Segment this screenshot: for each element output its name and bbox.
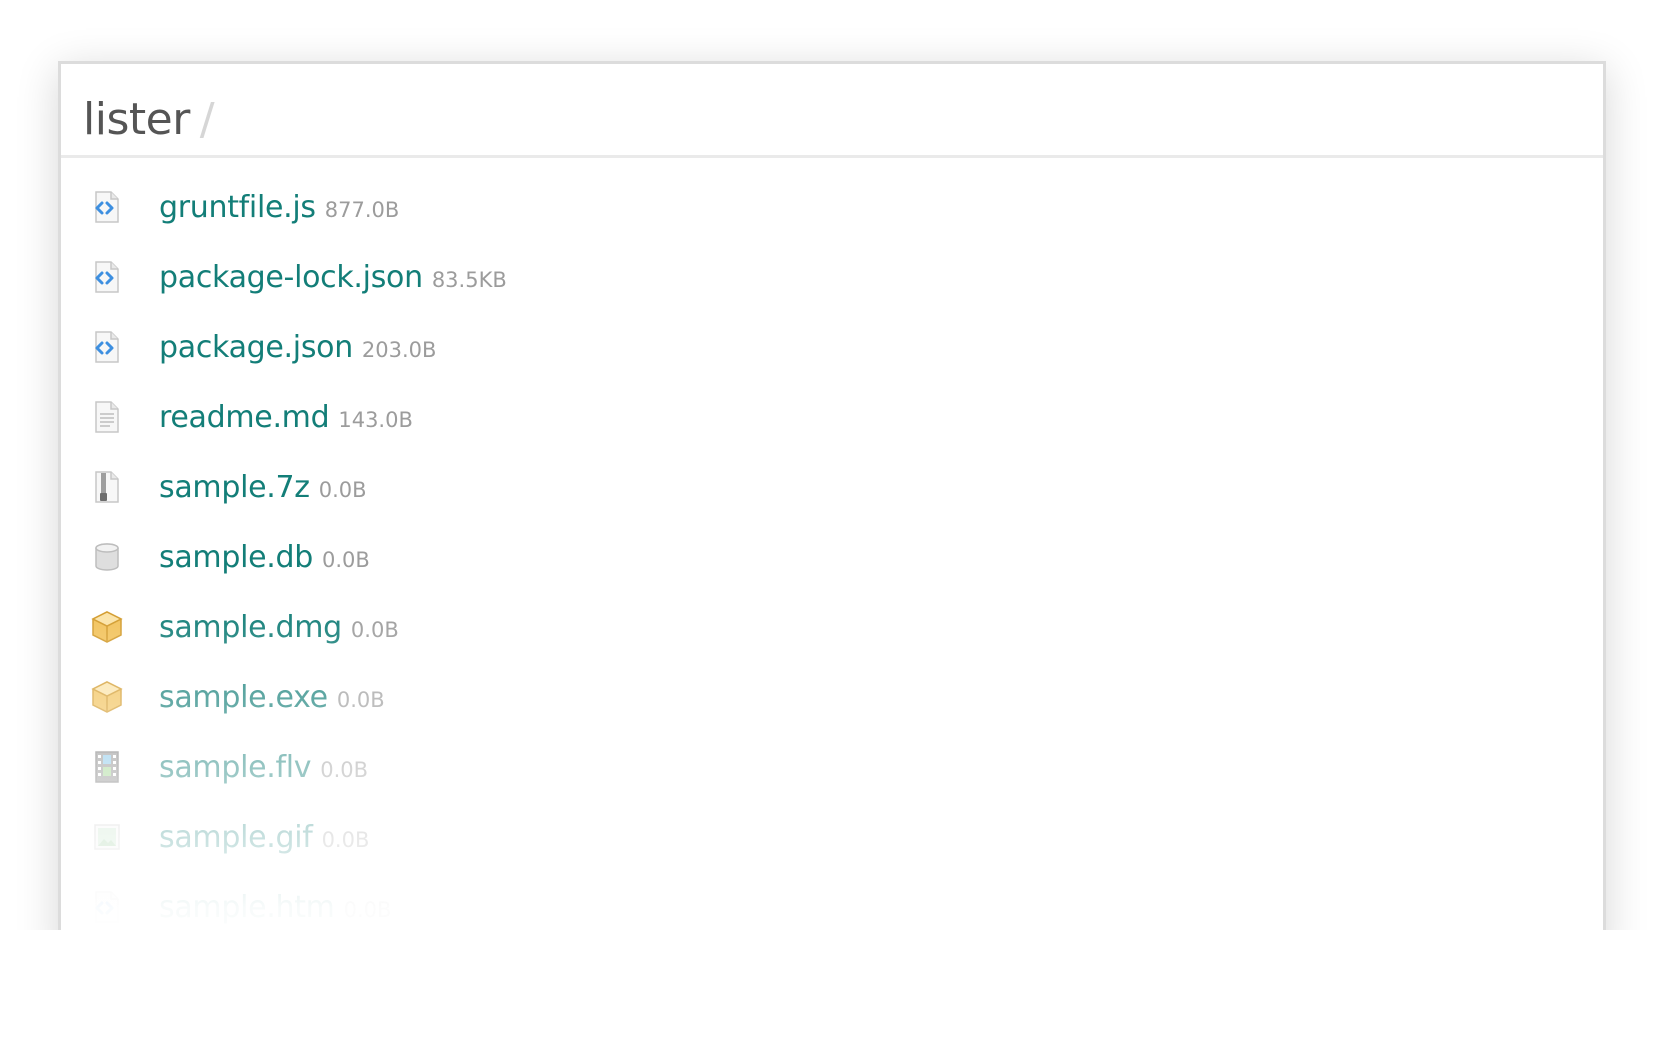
file-link[interactable]: sample.dmg [159, 610, 342, 645]
breadcrumb-separator: / [199, 94, 215, 145]
file-size: 877.0B [324, 198, 400, 222]
text-file-icon [89, 399, 125, 435]
file-size: 0.0B [343, 898, 392, 922]
file-link[interactable]: gruntfile.js [159, 190, 316, 225]
file-row[interactable]: package.json 203.0B [61, 312, 1603, 382]
code-file-icon [89, 189, 125, 225]
file-row[interactable]: sample.gif 0.0B [61, 802, 1603, 872]
file-link[interactable]: readme.md [159, 400, 330, 435]
database-file-icon [89, 539, 125, 575]
file-size: 143.0B [338, 408, 413, 432]
file-link[interactable]: sample.exe [159, 680, 328, 715]
file-lister-panel: lister / gruntfile.js 877.0B package-loc… [58, 61, 1606, 961]
image-file-icon [89, 819, 125, 855]
file-row[interactable]: sample.7z 0.0B [61, 452, 1603, 522]
file-link[interactable]: sample.flv [159, 750, 312, 785]
file-size: 0.0B [350, 618, 399, 642]
page-bottom-fade [0, 930, 1668, 1048]
file-row[interactable]: package-lock.json 83.5KB [61, 242, 1603, 312]
breadcrumb: lister / [61, 64, 1603, 158]
page-title[interactable]: lister [83, 94, 190, 145]
file-row[interactable]: sample.db 0.0B [61, 522, 1603, 592]
file-size: 0.0B [336, 688, 385, 712]
file-link[interactable]: sample.gif [159, 820, 313, 855]
code-file-icon [89, 259, 125, 295]
file-link[interactable]: sample.htm [159, 890, 335, 925]
file-row[interactable]: sample.flv 0.0B [61, 732, 1603, 802]
package-box-icon [89, 609, 125, 645]
file-link[interactable]: sample.db [159, 540, 313, 575]
package-box-icon [89, 679, 125, 715]
file-link[interactable]: sample.7z [159, 470, 310, 505]
file-link[interactable]: package.json [159, 330, 353, 365]
code-file-icon [89, 889, 125, 925]
file-size: 203.0B [361, 338, 437, 362]
archive-file-icon [89, 469, 125, 505]
file-row[interactable]: sample.dmg 0.0B [61, 592, 1603, 662]
file-size: 0.0B [318, 478, 367, 502]
code-file-icon [89, 329, 125, 365]
file-size: 83.5KB [431, 268, 507, 292]
file-link[interactable]: package-lock.json [159, 260, 423, 295]
film-file-icon [89, 749, 125, 785]
file-row[interactable]: gruntfile.js 877.0B [61, 172, 1603, 242]
file-size: 0.0B [321, 828, 370, 852]
file-row[interactable]: readme.md 143.0B [61, 382, 1603, 452]
file-size: 0.0B [320, 758, 369, 782]
file-list: gruntfile.js 877.0B package-lock.json 83… [61, 158, 1603, 942]
file-size: 0.0B [322, 548, 370, 572]
file-row[interactable]: sample.exe 0.0B [61, 662, 1603, 732]
